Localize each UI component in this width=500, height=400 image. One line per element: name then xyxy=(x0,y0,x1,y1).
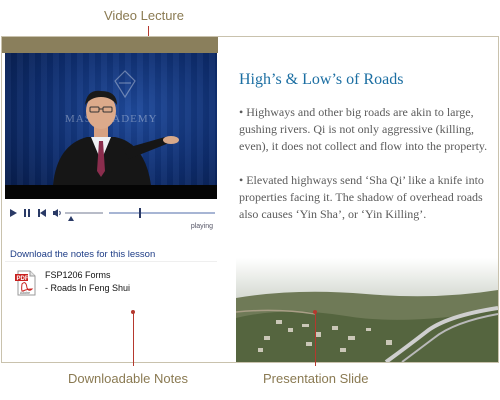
slide-aerial-photo xyxy=(236,258,498,362)
notes-download-item[interactable]: PDF Adobe FSP1206 Forms - Roads In Feng … xyxy=(5,261,217,312)
download-notes-label: Download the notes for this lesson xyxy=(10,249,156,260)
video-header-bar xyxy=(2,37,218,53)
notes-file-line1: FSP1206 Forms xyxy=(45,270,111,280)
callout-presentation-slide: Presentation Slide xyxy=(263,371,369,386)
pause-icon[interactable] xyxy=(22,208,32,218)
pdf-badge-text: PDF xyxy=(17,276,29,282)
slide-header-bar xyxy=(218,37,498,53)
media-controls: playing xyxy=(5,199,217,235)
adobe-text: Adobe xyxy=(20,291,30,295)
lesson-player: MAS ACADEMY playing Download the notes f… xyxy=(1,36,499,363)
slide-body: • Highways and other big roads are akin … xyxy=(239,104,495,240)
callout-video-lecture: Video Lecture xyxy=(104,8,184,23)
leader-line-slide xyxy=(315,312,316,366)
volume-slider-knob[interactable] xyxy=(68,216,74,221)
skip-back-icon[interactable] xyxy=(37,208,47,218)
notes-file-line2: - Roads In Feng Shui xyxy=(45,283,131,293)
slide-bullet-2: • Elevated highways send ‘Sha Qi’ like a… xyxy=(239,173,484,221)
volume-slider-track[interactable] xyxy=(65,212,103,214)
slide-bullet-1: • Highways and other big roads are akin … xyxy=(239,105,488,153)
leader-line-notes xyxy=(133,312,134,366)
video-area[interactable]: MAS ACADEMY xyxy=(5,53,217,199)
slide-title: High’s & Low’s of Roads xyxy=(239,71,404,88)
seek-bar[interactable] xyxy=(109,212,215,214)
presentation-slide: High’s & Low’s of Roads • Highways and o… xyxy=(236,53,498,362)
volume-icon[interactable] xyxy=(52,208,62,218)
video-letterbox xyxy=(5,185,217,199)
playback-status: playing xyxy=(190,223,213,230)
lecturer-figure xyxy=(53,70,179,185)
pdf-icon[interactable]: PDF Adobe xyxy=(15,270,37,296)
play-icon[interactable] xyxy=(8,208,18,218)
callout-downloadable-notes: Downloadable Notes xyxy=(68,371,188,386)
notes-file-name[interactable]: FSP1206 Forms - Roads In Feng Shui xyxy=(45,269,130,295)
seek-handle[interactable] xyxy=(139,208,141,218)
